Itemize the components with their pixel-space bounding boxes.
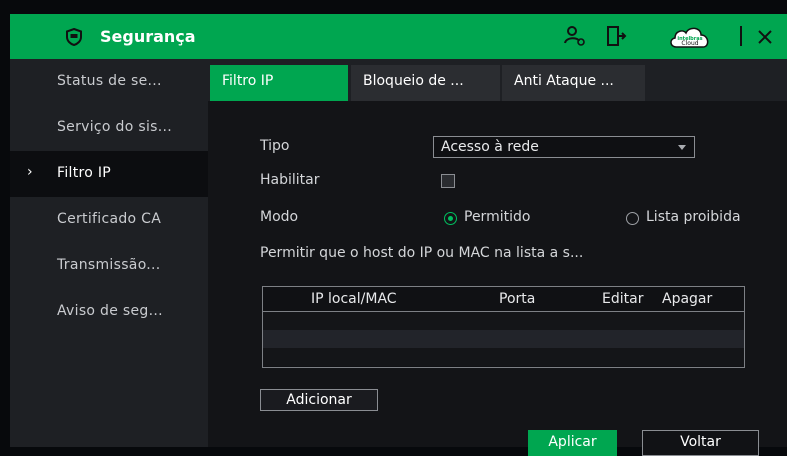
mode-blocklist-label: Lista proibida xyxy=(646,209,741,225)
tab-block[interactable]: Bloqueio de ... xyxy=(351,65,500,101)
sidebar-item-ip-filter[interactable]: › Filtro IP xyxy=(10,151,208,197)
enable-label: Habilitar xyxy=(260,172,320,188)
type-label: Tipo xyxy=(260,138,290,154)
ip-filter-table: IP local/MAC Porta Editar Apagar xyxy=(262,286,745,368)
close-icon[interactable] xyxy=(757,29,773,45)
sidebar-item-system-service[interactable]: Serviço do sis... xyxy=(10,105,208,151)
sidebar-item-label: Certificado CA xyxy=(57,211,162,227)
back-button[interactable]: Voltar xyxy=(642,430,759,456)
user-settings-icon[interactable] xyxy=(563,24,587,48)
type-select[interactable]: Acesso à rede xyxy=(433,136,695,158)
column-port: Porta xyxy=(499,291,536,307)
sidebar-item-status[interactable]: Status de se... xyxy=(10,59,208,105)
table-header: IP local/MAC Porta Editar Apagar xyxy=(263,287,744,312)
title-bar: Segurança intelbras Cloud xyxy=(10,14,787,59)
tab-label: Anti Ataque ... xyxy=(514,73,614,89)
sidebar: Status de se... Serviço do sis... › Filt… xyxy=(10,59,208,447)
window-title: Segurança xyxy=(100,27,196,46)
shield-icon xyxy=(66,28,82,46)
sidebar-item-label: Transmissão... xyxy=(57,257,161,273)
type-select-value: Acesso à rede xyxy=(441,139,539,155)
enable-checkbox[interactable] xyxy=(441,174,455,188)
title-section: Segurança xyxy=(10,14,208,59)
tab-bar: Filtro IP Bloqueio de ... Anti Ataque ..… xyxy=(208,59,787,101)
sidebar-item-label: Aviso de seg... xyxy=(57,303,163,319)
tab-ip-filter[interactable]: Filtro IP xyxy=(210,65,348,101)
cloud-icon[interactable]: intelbras Cloud xyxy=(668,23,712,50)
column-ip-mac: IP local/MAC xyxy=(311,291,397,307)
table-row[interactable] xyxy=(263,312,744,330)
apply-button[interactable]: Aplicar xyxy=(528,430,617,456)
tab-label: Bloqueio de ... xyxy=(363,73,464,89)
table-row[interactable] xyxy=(263,330,744,348)
tab-anti-attack[interactable]: Anti Ataque ... xyxy=(502,65,645,101)
sidebar-item-transmission[interactable]: Transmissão... xyxy=(10,243,208,289)
sidebar-item-ca-certificate[interactable]: Certificado CA xyxy=(10,197,208,243)
filter-description: Permitir que o host do IP ou MAC na list… xyxy=(260,245,584,261)
tab-label: Filtro IP xyxy=(222,73,274,89)
mode-blocklist-radio[interactable] xyxy=(626,212,639,225)
sidebar-item-label: Filtro IP xyxy=(57,165,112,181)
sidebar-item-label: Status de se... xyxy=(57,73,162,89)
add-button[interactable]: Adicionar xyxy=(260,389,378,411)
mode-label: Modo xyxy=(260,209,299,225)
sidebar-item-label: Serviço do sis... xyxy=(57,119,172,135)
chevron-right-icon: › xyxy=(27,164,33,180)
column-edit: Editar xyxy=(602,291,644,307)
title-divider xyxy=(740,26,742,46)
table-row[interactable] xyxy=(263,348,744,366)
sidebar-item-security-warning[interactable]: Aviso de seg... xyxy=(10,289,208,335)
column-delete: Apagar xyxy=(662,291,713,307)
svg-text:Cloud: Cloud xyxy=(681,40,698,47)
mode-allowed-radio[interactable] xyxy=(444,212,457,225)
logout-icon[interactable] xyxy=(605,24,627,48)
main-content: Filtro IP Bloqueio de ... Anti Ataque ..… xyxy=(208,59,787,456)
security-window: Segurança intelbras Cloud Status de se..… xyxy=(10,14,787,456)
mode-allowed-label: Permitido xyxy=(464,209,531,225)
chevron-down-icon xyxy=(678,145,686,150)
